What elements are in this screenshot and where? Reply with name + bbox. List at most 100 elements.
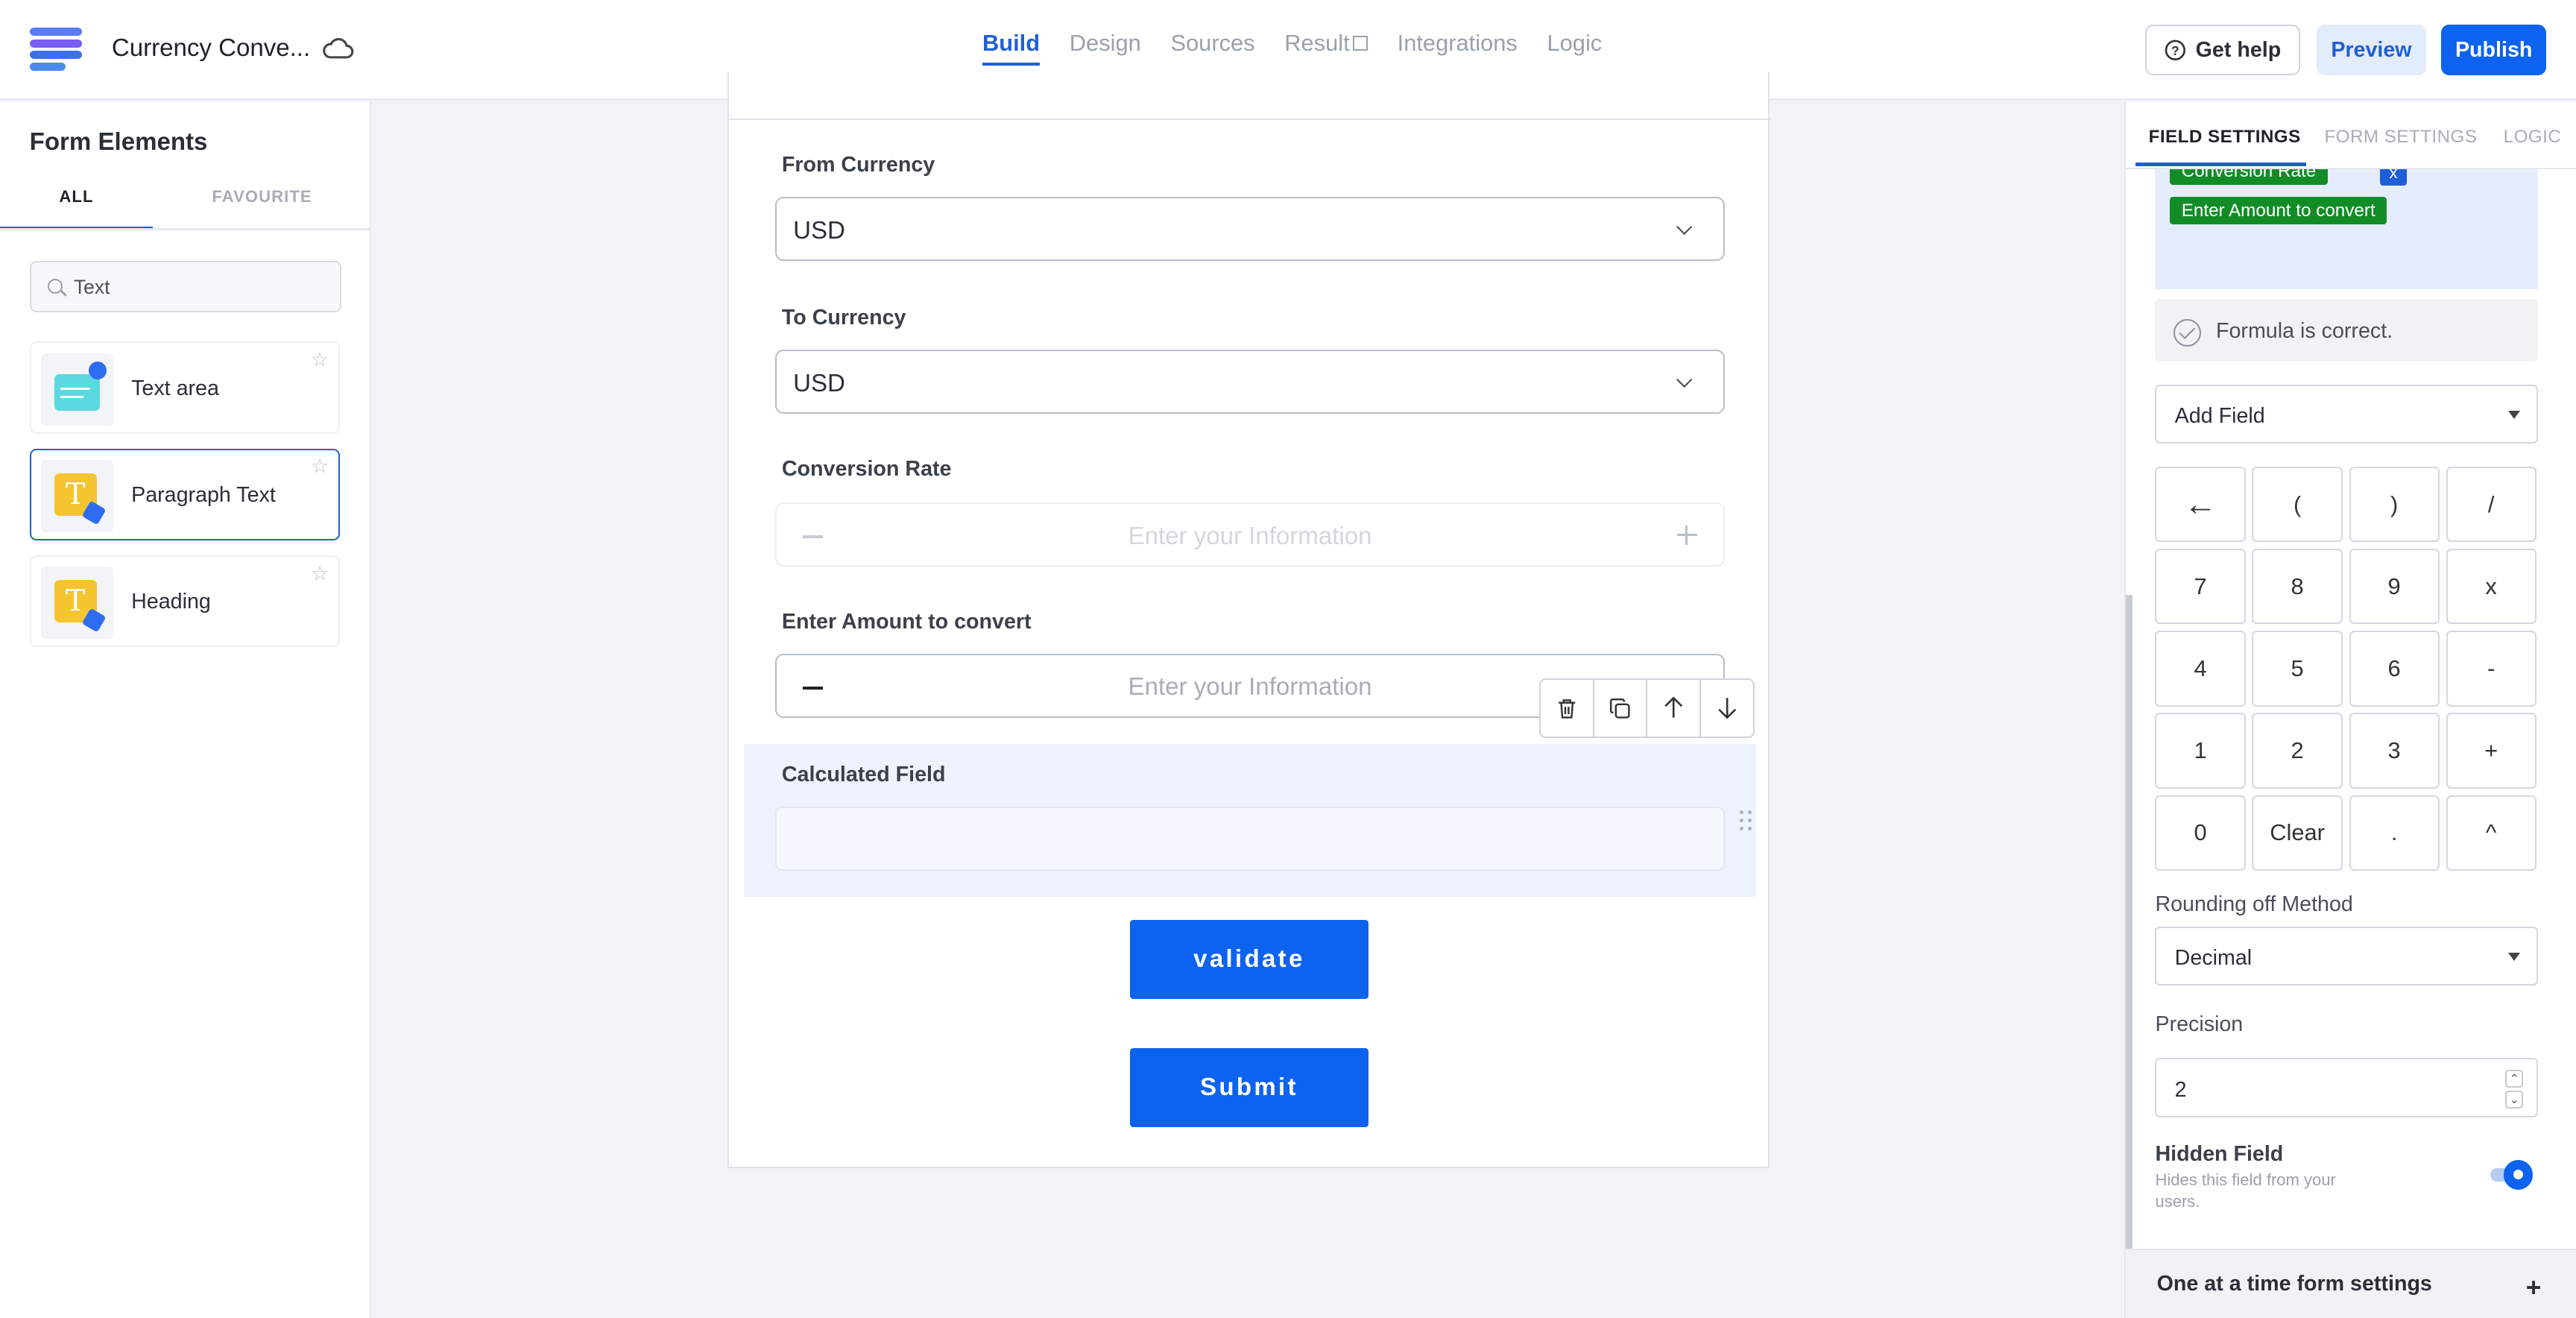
divider bbox=[729, 118, 1771, 120]
tab-form-settings[interactable]: FORM SETTINGS bbox=[2324, 127, 2477, 148]
caret-down-icon bbox=[2507, 410, 2520, 419]
key-multiply[interactable]: x bbox=[2446, 549, 2536, 625]
rounding-select[interactable]: Decimal bbox=[2155, 927, 2538, 986]
paragraph-text-thumbnail-icon: T bbox=[40, 459, 113, 532]
key-backspace[interactable]: ← bbox=[2155, 466, 2246, 543]
validate-button[interactable]: validate bbox=[1130, 920, 1368, 999]
favourite-star-icon[interactable]: ☆ bbox=[311, 348, 329, 371]
one-at-a-time-settings[interactable]: One at a time form settings + bbox=[2125, 1249, 2576, 1318]
submit-button[interactable]: Submit bbox=[1130, 1048, 1368, 1127]
hidden-field-title: Hidden Field bbox=[2155, 1141, 2284, 1166]
key-3[interactable]: 3 bbox=[2349, 713, 2440, 789]
form-canvas: From Currency USD To Currency USD Conver… bbox=[727, 72, 1771, 1169]
divider bbox=[2125, 167, 2576, 169]
field-actions-toolbar bbox=[1538, 678, 1755, 738]
text-area-thumbnail-icon bbox=[40, 353, 113, 426]
key-1[interactable]: 1 bbox=[2155, 713, 2246, 789]
favourite-star-icon[interactable]: ☆ bbox=[311, 455, 329, 478]
move-down-button[interactable] bbox=[1701, 680, 1753, 736]
duplicate-button[interactable] bbox=[1594, 680, 1648, 737]
nav-result[interactable]: Result bbox=[1284, 30, 1368, 66]
precision-input[interactable]: 2 ⌃ ⌄ bbox=[2155, 1058, 2538, 1117]
nav-sources[interactable]: Sources bbox=[1170, 30, 1254, 66]
nav-design[interactable]: Design bbox=[1070, 30, 1141, 66]
key-5[interactable]: 5 bbox=[2252, 631, 2343, 707]
backspace-arrow-icon: ← bbox=[2184, 485, 2217, 523]
nav-integrations[interactable]: Integrations bbox=[1398, 30, 1518, 66]
hidden-field-description: Hides this field from your users. bbox=[2155, 1170, 2336, 1211]
formula-keypad: ← ( ) / 7 8 9 x 4 5 6 - 1 2 3 + 0 Clear … bbox=[2155, 466, 2538, 871]
key-6[interactable]: 6 bbox=[2349, 631, 2440, 707]
from-currency-select[interactable]: USD bbox=[775, 197, 1725, 262]
nav-logic[interactable]: Logic bbox=[1547, 30, 1602, 66]
to-currency-label: To Currency bbox=[781, 305, 906, 330]
key-open-paren[interactable]: ( bbox=[2252, 466, 2343, 543]
move-up-button[interactable] bbox=[1647, 680, 1701, 737]
key-divide[interactable]: / bbox=[2446, 466, 2536, 543]
key-9[interactable]: 9 bbox=[2349, 549, 2440, 625]
help-circle-icon: ? bbox=[2165, 40, 2185, 60]
caret-down-icon bbox=[2507, 953, 2520, 962]
form-elements-panel: Form Elements ALL FAVOURITE Text Text ar… bbox=[0, 101, 372, 1318]
to-currency-select[interactable]: USD bbox=[775, 350, 1725, 414]
calculated-field-input[interactable] bbox=[775, 807, 1725, 871]
main-nav: Build Design Sources Result Integrations… bbox=[982, 30, 1602, 66]
key-2[interactable]: 2 bbox=[2252, 713, 2343, 789]
tab-field-settings[interactable]: FIELD SETTINGS bbox=[2149, 127, 2301, 148]
stepper-up-icon[interactable]: ⌃ bbox=[2505, 1069, 2524, 1088]
key-close-paren[interactable]: ) bbox=[2349, 466, 2440, 543]
publish-button[interactable]: Publish bbox=[2441, 25, 2547, 76]
key-4[interactable]: 4 bbox=[2155, 631, 2246, 707]
element-text-area[interactable]: Text area ☆ bbox=[29, 341, 341, 434]
trash-icon bbox=[1558, 699, 1575, 719]
element-label: Heading bbox=[131, 590, 211, 614]
element-search-input[interactable]: Text bbox=[29, 261, 342, 312]
key-8[interactable]: 8 bbox=[2252, 549, 2343, 625]
expand-plus-icon[interactable]: + bbox=[2526, 1273, 2542, 1303]
arrow-up-icon bbox=[1664, 696, 1683, 719]
get-help-button[interactable]: ? Get help bbox=[2145, 25, 2300, 76]
tab-all[interactable]: ALL bbox=[0, 187, 153, 230]
settings-tabs: FIELD SETTINGS FORM SETTINGS LOGIC bbox=[2125, 101, 2576, 169]
active-tab-indicator bbox=[2135, 163, 2307, 166]
conversion-rate-input[interactable]: Enter your Information bbox=[775, 502, 1725, 567]
key-decimal[interactable]: . bbox=[2349, 795, 2440, 871]
precision-label: Precision bbox=[2155, 1012, 2244, 1036]
heading-thumbnail-icon: T bbox=[40, 567, 113, 640]
precision-value: 2 bbox=[2174, 1077, 2187, 1102]
hidden-field-toggle[interactable] bbox=[2490, 1160, 2534, 1190]
chevron-down-icon bbox=[1676, 219, 1693, 236]
formula-token-amount[interactable]: Enter Amount to convert bbox=[2170, 197, 2387, 225]
precision-stepper[interactable]: ⌃ ⌄ bbox=[2505, 1069, 2524, 1109]
chevron-down-icon bbox=[1676, 372, 1693, 388]
search-icon bbox=[47, 279, 63, 294]
panel-title: Form Elements bbox=[29, 127, 208, 156]
key-power[interactable]: ^ bbox=[2446, 795, 2536, 871]
app-logo-icon[interactable] bbox=[29, 28, 83, 71]
plus-icon[interactable] bbox=[1677, 526, 1697, 546]
element-label: Paragraph Text bbox=[131, 482, 276, 507]
element-heading[interactable]: T Heading ☆ bbox=[29, 555, 341, 648]
key-7[interactable]: 7 bbox=[2155, 549, 2246, 625]
delete-button[interactable] bbox=[1541, 680, 1594, 737]
element-paragraph-text[interactable]: T Paragraph Text ☆ bbox=[29, 448, 341, 541]
calculated-field-block[interactable]: Calculated Field bbox=[744, 744, 1756, 898]
drag-handle-icon[interactable] bbox=[1739, 810, 1753, 830]
preview-button[interactable]: Preview bbox=[2316, 25, 2427, 76]
scrollbar[interactable] bbox=[2125, 594, 2133, 1318]
key-clear[interactable]: Clear bbox=[2252, 795, 2343, 871]
divider bbox=[0, 228, 372, 230]
key-0[interactable]: 0 bbox=[2155, 795, 2246, 871]
stepper-down-icon[interactable]: ⌄ bbox=[2505, 1091, 2524, 1109]
rounding-value: Decimal bbox=[2174, 946, 2253, 971]
copy-icon bbox=[1610, 698, 1630, 719]
favourite-star-icon[interactable]: ☆ bbox=[311, 562, 329, 585]
add-field-select[interactable]: Add Field bbox=[2155, 384, 2538, 444]
conversion-rate-placeholder: Enter your Information bbox=[1128, 522, 1372, 550]
form-title[interactable]: Currency Conve... bbox=[112, 34, 310, 63]
nav-build[interactable]: Build bbox=[982, 30, 1041, 66]
key-minus[interactable]: - bbox=[2446, 631, 2536, 707]
tab-favourite[interactable]: FAVOURITE bbox=[153, 187, 371, 226]
key-plus[interactable]: + bbox=[2446, 713, 2536, 789]
tab-logic[interactable]: LOGIC bbox=[2504, 127, 2562, 148]
